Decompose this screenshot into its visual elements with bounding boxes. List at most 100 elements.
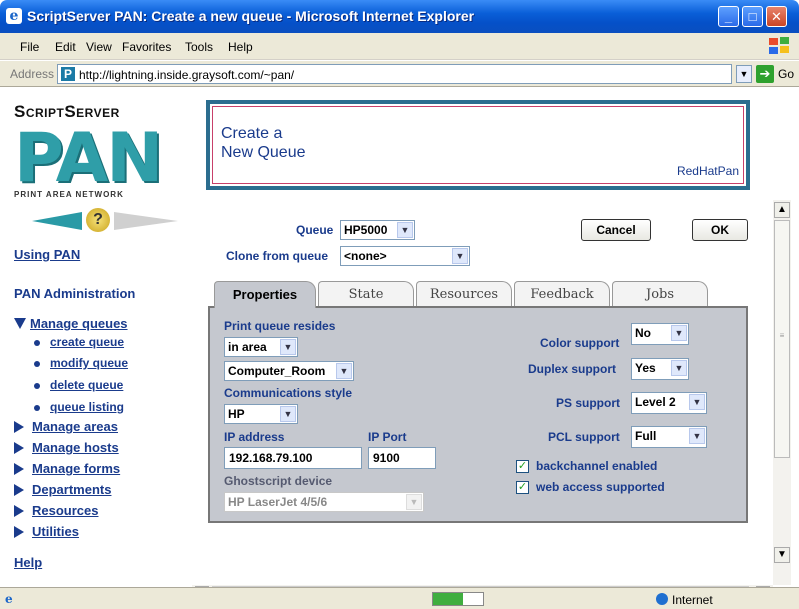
webaccess-label: web access supported [536,480,665,494]
vertical-scrollbar[interactable]: ▲ ≡ ▼ [773,200,791,585]
menu-view[interactable]: View [86,40,112,54]
ok-button[interactable]: OK [692,219,748,241]
bullet-icon [34,405,40,411]
sidebar-resources[interactable]: Resources [32,503,98,518]
color-value: No [635,326,651,340]
duplex-value: Yes [635,361,656,375]
tab-resources[interactable]: Resources [416,281,512,307]
sidebar-create-queue[interactable]: create queue [50,335,124,349]
queue-label: Queue [296,223,334,237]
page-favicon-icon: P [61,67,75,81]
chevron-down-icon: ▼ [671,360,687,376]
page-content: ScriptServer PAN PRINT AREA NETWORK ? Us… [0,88,773,585]
logo-pan: PAN [14,119,163,198]
ie-icon: e [6,8,22,24]
address-input[interactable]: P http://lightning.inside.graysoft.com/~… [57,64,732,84]
progress-bar [432,592,484,606]
ip-address-field[interactable]: 192.168.79.100 [224,447,362,469]
collapsed-triangle-icon [14,421,24,433]
help-question-icon[interactable]: ? [86,208,110,232]
comm-select[interactable]: HP ▼ [224,404,298,424]
address-label: Address [10,67,55,81]
color-select[interactable]: No ▼ [631,323,689,345]
sidebar-departments[interactable]: Departments [32,482,111,497]
chevron-down-icon: ▼ [689,428,705,444]
comm-value: HP [228,407,245,421]
vertical-scroll-thumb[interactable]: ≡ [774,220,790,458]
sidebar-modify-queue[interactable]: modify queue [50,356,128,370]
maximize-button[interactable]: □ [742,6,763,27]
chevron-down-icon: ▼ [336,363,352,379]
color-label: Color support [540,336,620,350]
sidebar-manage-hosts[interactable]: Manage hosts [32,440,119,455]
gs-select[interactable]: HP LaserJet 4/5/6 ▼ [224,492,424,512]
close-button[interactable]: ✕ [766,6,787,27]
banner-user: RedHatPan [676,164,739,178]
minimize-button[interactable]: _ [718,6,739,27]
scroll-up-icon[interactable]: ▲ [774,202,790,218]
pan-logo: ScriptServer PAN PRINT AREA NETWORK [14,102,179,206]
menu-bar: File Edit View Favorites Tools Help [0,33,799,60]
webaccess-checkbox[interactable]: ✓ [516,481,529,494]
sidebar-utilities[interactable]: Utilities [32,524,79,539]
queue-select[interactable]: HP5000 ▼ [340,220,415,240]
collapsed-triangle-icon [14,442,24,454]
sidebar-using-pan[interactable]: Using PAN [14,247,80,262]
menu-tools[interactable]: Tools [185,40,213,54]
tab-properties[interactable]: Properties [214,281,316,308]
window-title: ScriptServer PAN: Create a new queue - M… [27,8,475,24]
chevron-down-icon: ▼ [280,406,296,422]
ps-select[interactable]: Level 2 ▼ [631,392,707,414]
status-bar: e Internet [0,587,799,609]
address-dropdown-button[interactable]: ▼ [736,65,752,83]
resides-select[interactable]: in area ▼ [224,337,298,357]
page-title-line1: Create a [221,125,283,142]
collapsed-triangle-icon [14,526,24,538]
sidebar-delete-queue[interactable]: delete queue [50,378,123,392]
sidebar-help[interactable]: Help [14,555,42,570]
page-status-icon: e [5,592,13,606]
sidebar-manage-areas[interactable]: Manage areas [32,419,118,434]
tab-state[interactable]: State [318,281,414,307]
gs-label: Ghostscript device [224,474,333,488]
page-title: Create a New Queue [221,124,306,162]
bullet-icon [34,383,40,389]
address-bar: Address P http://lightning.inside.grayso… [0,61,799,87]
comm-label: Communications style [224,386,353,400]
clone-select[interactable]: <none> ▼ [340,246,470,266]
bullet-icon [34,340,40,346]
menu-favorites[interactable]: Favorites [122,40,171,54]
tab-feedback[interactable]: Feedback [514,281,610,307]
ps-label: PS support [556,396,621,410]
area-select[interactable]: Computer_Room ▼ [224,361,354,381]
go-arrow-icon[interactable]: ➔ [756,65,774,83]
sidebar-queue-listing[interactable]: queue listing [50,400,124,414]
expanded-triangle-icon [14,318,26,329]
queue-value: HP5000 [344,223,388,237]
scroll-down-icon[interactable]: ▼ [774,547,790,563]
backchannel-label: backchannel enabled [536,459,658,473]
go-button[interactable]: Go [778,67,794,81]
menu-help[interactable]: Help [228,40,253,54]
backchannel-checkbox[interactable]: ✓ [516,460,529,473]
menu-file[interactable]: File [20,40,39,54]
ip-label: IP address [224,430,285,444]
sidebar-manage-forms[interactable]: Manage forms [32,461,120,476]
sidebar-manage-queues[interactable]: Manage queues [30,316,128,331]
bullet-icon [34,361,40,367]
chevron-down-icon: ▼ [452,248,468,264]
back-arrow-icon[interactable] [32,212,82,230]
collapsed-triangle-icon [14,484,24,496]
duplex-select[interactable]: Yes ▼ [631,358,689,380]
ip-port-field[interactable]: 9100 [368,447,436,469]
forward-arrow-icon[interactable] [114,212,178,230]
menu-edit[interactable]: Edit [55,40,76,54]
clone-value: <none> [344,249,387,263]
cancel-button[interactable]: Cancel [581,219,651,241]
chevron-down-icon: ▼ [689,394,705,410]
pcl-select[interactable]: Full ▼ [631,426,707,448]
resides-value: in area [228,340,267,354]
area-value: Computer_Room [228,364,326,378]
collapsed-triangle-icon [14,505,24,517]
tab-jobs[interactable]: Jobs [612,281,708,307]
